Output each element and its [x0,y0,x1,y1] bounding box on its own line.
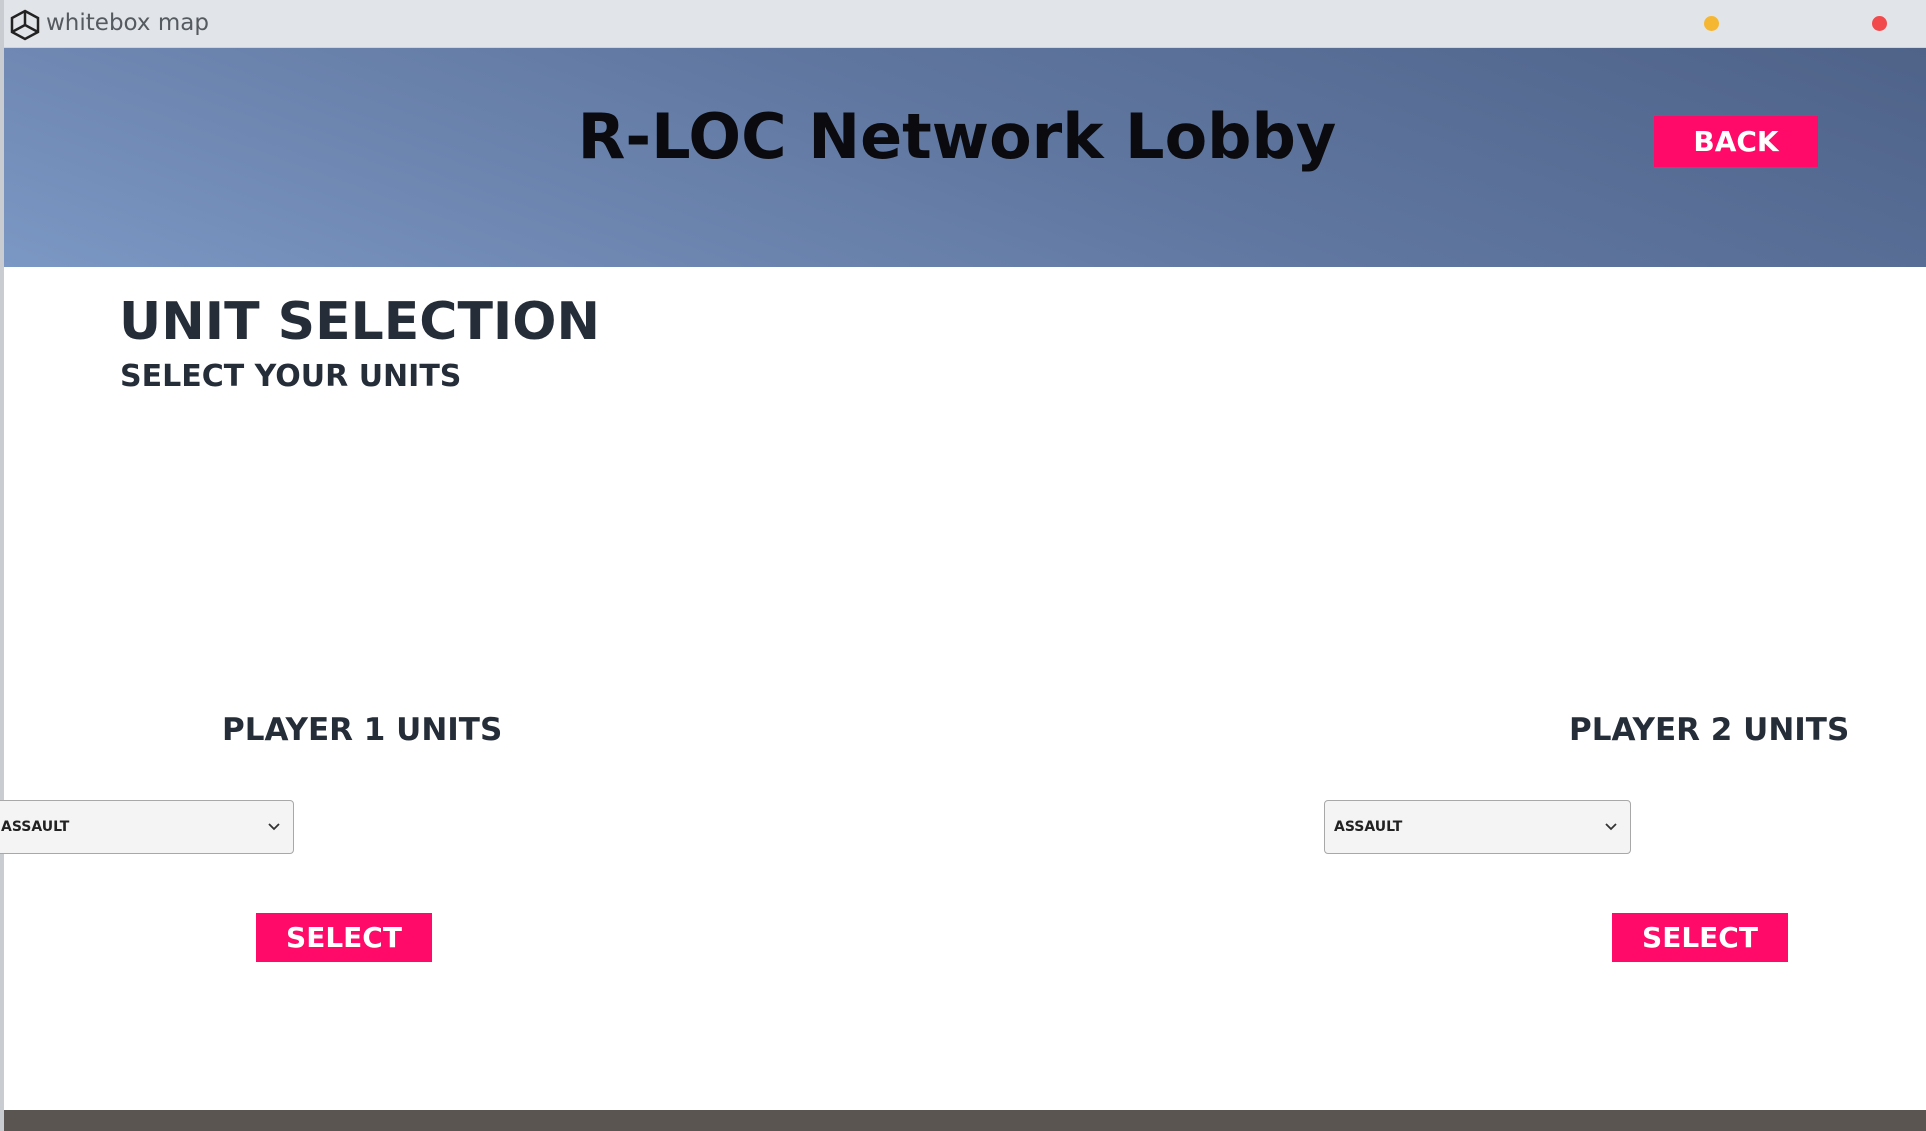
title-bar[interactable]: whitebox map [4,0,1926,48]
player-2-unit-dropdown[interactable]: ASSAULT [1324,800,1631,854]
window-title: whitebox map [46,10,209,36]
lobby-header: R-LOC Network Lobby BACK [4,48,1926,267]
player-2-label: PLAYER 2 UNITS [1569,712,1850,748]
chevron-down-icon [261,814,287,840]
back-button[interactable]: BACK [1654,116,1818,167]
unity-logo-icon [10,9,40,41]
player-1-label: PLAYER 1 UNITS [222,712,503,748]
close-button[interactable] [1872,16,1887,31]
player-1-unit-dropdown[interactable]: ASSAULT [0,800,294,854]
player-2-select-button[interactable]: SELECT [1612,913,1788,962]
page-subtitle: SELECT YOUR UNITS [120,359,462,394]
page-title: UNIT SELECTION [119,292,600,352]
player-2-unit-value: ASSAULT [1334,819,1403,835]
unit-selection-panel: UNIT SELECTION SELECT YOUR UNITS PLAYER … [0,267,1926,1110]
app-window: whitebox map R-LOC Network Lobby BACK UN… [0,0,1926,1131]
taskbar-strip [4,1110,1926,1131]
minimize-button[interactable] [1704,16,1719,31]
player-1-select-button[interactable]: SELECT [256,913,432,962]
player-1-unit-value: ASSAULT [1,819,70,835]
lobby-title: R-LOC Network Lobby [577,100,1337,173]
chevron-down-icon [1598,814,1624,840]
